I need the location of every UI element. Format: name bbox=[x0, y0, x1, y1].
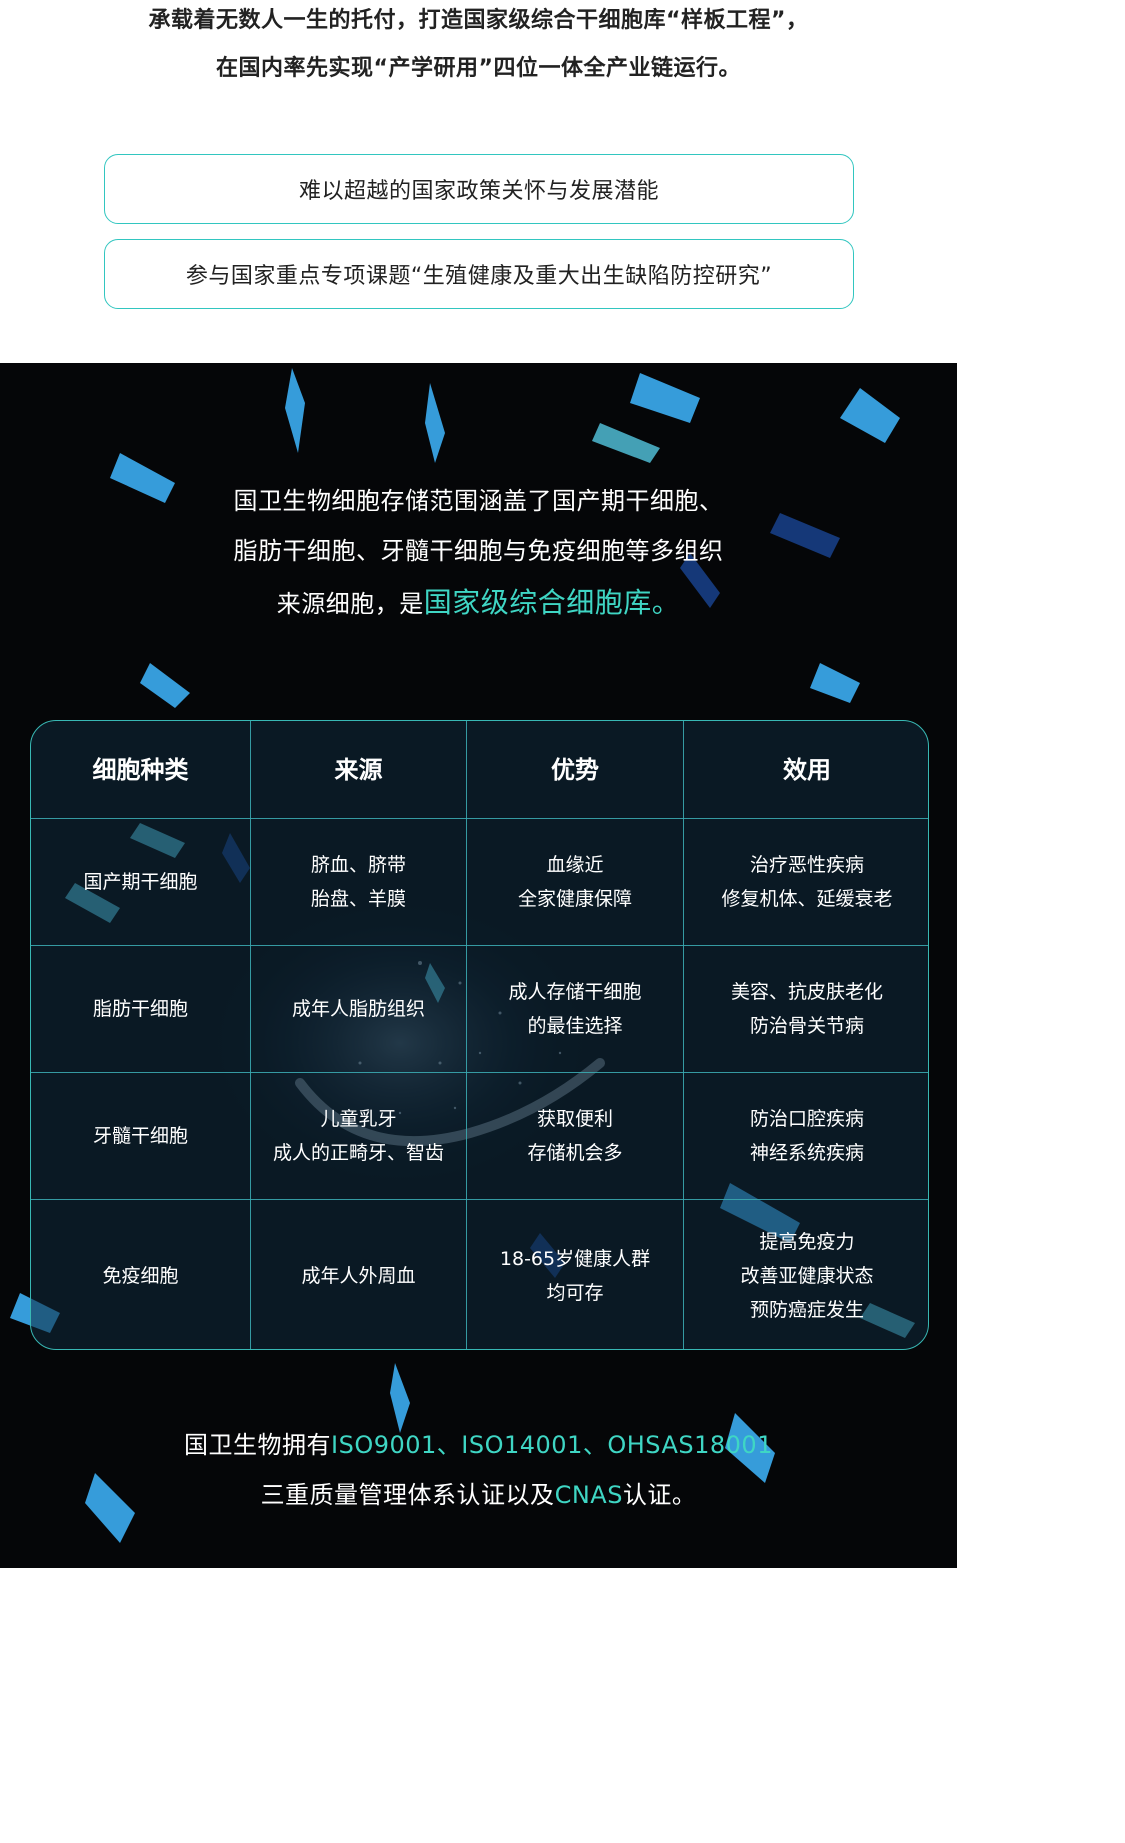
table-row-4-type: 免疫细胞 bbox=[102, 1264, 179, 1287]
table-cell-line: 成人的正畸牙、智齿 bbox=[272, 1142, 444, 1164]
table-cell-line: 治疗恶性疾病 bbox=[749, 854, 864, 876]
table-cell-line: 全家健康保障 bbox=[517, 888, 632, 910]
intro-section: 承载着无数人一生的托付，打造国家级综合干细胞库“样板工程”， 在国内率先实现“产… bbox=[0, 0, 957, 363]
certification-text: 三重质量管理体系认证以及 bbox=[260, 1481, 555, 1509]
table-cell-line: 成人存储干细胞 bbox=[508, 981, 642, 1003]
cell-bank-section: 国卫生物细胞存储范围涵盖了国产期干细胞、 脂肪干细胞、牙髓干细胞与免疫细胞等多组… bbox=[0, 363, 957, 1568]
table-cell-line: 防治骨关节病 bbox=[749, 1015, 864, 1037]
highlight-pill-research: 参与国家重点专项课题“生殖健康及重大出生缺陷防控研究” bbox=[104, 239, 854, 309]
table-cell-line: 胎盘、羊膜 bbox=[310, 888, 406, 910]
table-cell-line: 防治口腔疾病 bbox=[749, 1108, 864, 1130]
highlight-pill-label: 难以超越的国家政策关怀与发展潜能 bbox=[298, 179, 659, 204]
table-row-2-advantage: 成人存储干细胞 的最佳选择 bbox=[467, 946, 683, 1072]
certification-line-2: 三重质量管理体系认证以及CNAS认证。 bbox=[0, 1475, 957, 1510]
intro-line-2: 在国内率先实现“产学研用”四位一体全产业链运行。 bbox=[216, 56, 741, 81]
table-row-2-source: 成年人脂肪组织 bbox=[251, 946, 466, 1072]
certification-line-1: 国卫生物拥有ISO9001、ISO14001、OHSAS18001 bbox=[0, 1425, 957, 1460]
table-cell-line: 成年人脂肪组织 bbox=[291, 998, 425, 1020]
description-highlight: 国家级综合细胞库。 bbox=[423, 586, 681, 619]
table-cell-line: 18-65岁健康人群 bbox=[499, 1247, 651, 1270]
table-row-1-source: 脐血、脐带 胎盘、羊膜 bbox=[251, 819, 466, 945]
table-cell-line: 存储机会多 bbox=[527, 1142, 623, 1164]
table-row-3-advantage: 获取便利 存储机会多 bbox=[467, 1073, 683, 1199]
table-cell-line: 获取便利 bbox=[536, 1108, 613, 1130]
table-cell-line: 成年人外周血 bbox=[301, 1264, 416, 1287]
cell-types-table: 细胞种类 来源 优势 效用 国产期干细胞 脐血、脐带 胎盘、羊膜 血缘近 全家健… bbox=[30, 720, 929, 1350]
table-row-1-advantage: 血缘近 全家健康保障 bbox=[467, 819, 683, 945]
description-line-3-text: 来源细胞，是 bbox=[276, 590, 424, 618]
table-header-effect: 效用 bbox=[783, 755, 831, 784]
table-cell-line: 的最佳选择 bbox=[527, 1015, 623, 1037]
intro-line-1: 承载着无数人一生的托付，打造国家级综合干细胞库“样板工程”， bbox=[148, 8, 809, 33]
certification-standards: ISO9001、ISO14001、OHSAS18001 bbox=[331, 1431, 773, 1459]
table-cell-line: 脐血、脐带 bbox=[310, 854, 406, 876]
table-header-cell-type: 细胞种类 bbox=[92, 755, 189, 784]
table-row-3-source: 儿童乳牙 成人的正畸牙、智齿 bbox=[251, 1073, 466, 1199]
table-header-advantage: 优势 bbox=[551, 755, 599, 784]
table-cell-line: 血缘近 bbox=[546, 854, 604, 876]
table-cell-line: 均可存 bbox=[546, 1281, 604, 1304]
highlight-pill-label: 参与国家重点专项课题“生殖健康及重大出生缺陷防控研究” bbox=[185, 264, 773, 289]
table-row-2-type: 脂肪干细胞 bbox=[92, 998, 188, 1020]
table-row-4-source: 成年人外周血 bbox=[251, 1200, 466, 1349]
table-cell-line: 儿童乳牙 bbox=[320, 1108, 397, 1130]
cnas-label: CNAS bbox=[554, 1481, 623, 1509]
table-cell-line: 提高免疫力 bbox=[759, 1230, 855, 1253]
table-row-2-effect: 美容、抗皮肤老化 防治骨关节病 bbox=[684, 946, 928, 1072]
table-row-1-effect: 治疗恶性疾病 修复机体、延缓衰老 bbox=[684, 819, 928, 945]
certification-text: 国卫生物拥有 bbox=[184, 1431, 332, 1459]
certification-text-end: 认证。 bbox=[622, 1481, 697, 1509]
description-line-2: 脂肪干细胞、牙髓干细胞与免疫细胞等多组织 bbox=[233, 537, 724, 565]
table-cell-line: 美容、抗皮肤老化 bbox=[730, 981, 883, 1003]
table-cell-line: 改善亚健康状态 bbox=[740, 1264, 874, 1287]
table-row-4-effect: 提高免疫力 改善亚健康状态 预防癌症发生 bbox=[684, 1200, 928, 1349]
table-row-1-type: 国产期干细胞 bbox=[83, 871, 198, 893]
table-header-source: 来源 bbox=[334, 755, 383, 784]
table-cell-line: 修复机体、延缓衰老 bbox=[721, 888, 893, 910]
table-cell-line: 神经系统疾病 bbox=[749, 1142, 864, 1164]
description-line-3: 来源细胞，是国家级综合细胞库。 bbox=[0, 581, 957, 621]
table-cell-line: 预防癌症发生 bbox=[749, 1298, 864, 1321]
table-row-3-effect: 防治口腔疾病 神经系统疾病 bbox=[684, 1073, 928, 1199]
table-row-3-type: 牙髓干细胞 bbox=[92, 1125, 188, 1147]
description-line-1: 国卫生物细胞存储范围涵盖了国产期干细胞、 bbox=[233, 487, 724, 515]
table-row-4-advantage: 18-65岁健康人群 均可存 bbox=[467, 1200, 683, 1349]
highlight-pill-policy: 难以超越的国家政策关怀与发展潜能 bbox=[104, 154, 854, 224]
